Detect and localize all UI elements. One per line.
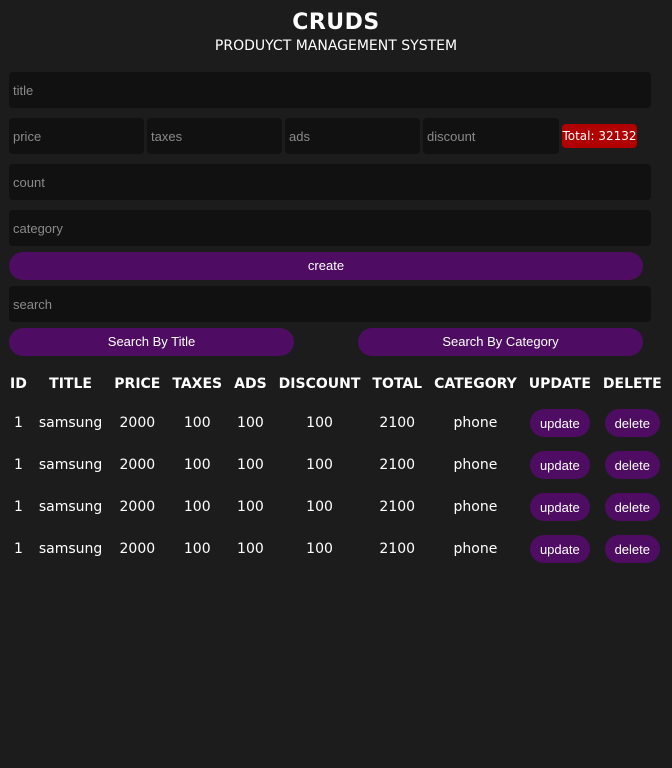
column-header-id: ID — [10, 376, 27, 392]
delete-button[interactable]: delete — [604, 451, 660, 479]
cell-price: 2000 — [119, 541, 156, 557]
products-table: ID TITLE PRICE TAXES ADS DISCOUNT TOTAL … — [4, 366, 668, 570]
count-input[interactable] — [9, 164, 651, 200]
column-header-taxes: TAXES — [172, 376, 223, 392]
delete-button[interactable]: delete — [604, 535, 660, 563]
cell-id: 1 — [13, 415, 23, 431]
cell-taxes: 100 — [183, 499, 211, 515]
cell-total: 2100 — [379, 415, 416, 431]
cell-discount: 100 — [306, 499, 333, 515]
cell-id: 1 — [13, 541, 23, 557]
create-button[interactable]: create — [9, 252, 643, 280]
cell-category: phone — [453, 457, 498, 473]
price-input[interactable] — [9, 118, 144, 154]
category-input[interactable] — [9, 210, 651, 246]
crud-app: CRUDS PRODUYCT MANAGEMENT SYSTEM Total: … — [0, 0, 672, 768]
search-by-category-button[interactable]: Search By Category — [358, 328, 643, 356]
taxes-input[interactable] — [147, 118, 282, 154]
cell-category: phone — [453, 415, 498, 431]
total-badge: Total: 32132 — [562, 124, 637, 148]
page-header: CRUDS PRODUYCT MANAGEMENT SYSTEM — [0, 0, 672, 55]
cell-delete: delete — [597, 486, 668, 528]
table-row: 1 samsung 2000 100 100 100 2100 phone up… — [4, 486, 668, 528]
delete-button[interactable]: delete — [604, 493, 660, 521]
column-header-delete: DELETE — [602, 376, 662, 392]
cell-taxes: 100 — [183, 541, 211, 557]
cell-discount: 100 — [306, 457, 333, 473]
column-header-category: CATEGORY — [434, 376, 517, 392]
table-row: 1 samsung 2000 100 100 100 2100 phone up… — [4, 402, 668, 444]
cell-taxes: 100 — [183, 415, 211, 431]
cell-category: phone — [453, 499, 498, 515]
cell-category: phone — [453, 541, 498, 557]
title-input[interactable] — [9, 72, 651, 108]
cell-delete: delete — [597, 444, 668, 486]
cell-ads: 100 — [237, 541, 264, 557]
page-title: CRUDS — [292, 10, 380, 35]
cell-update: update — [523, 528, 597, 570]
cell-title: samsung — [38, 499, 103, 515]
delete-button[interactable]: delete — [604, 409, 660, 437]
update-button[interactable]: update — [529, 535, 590, 563]
cell-taxes: 100 — [183, 457, 211, 473]
cell-update: update — [523, 486, 597, 528]
table-row: 1 samsung 2000 100 100 100 2100 phone up… — [4, 444, 668, 486]
cell-ads: 100 — [237, 499, 264, 515]
cell-title: samsung — [38, 541, 103, 557]
cell-title: samsung — [38, 457, 103, 473]
discount-input[interactable] — [423, 118, 559, 154]
cell-delete: delete — [597, 402, 668, 444]
ads-input[interactable] — [285, 118, 420, 154]
table-header-row: ID TITLE PRICE TAXES ADS DISCOUNT TOTAL … — [4, 366, 668, 402]
cell-ads: 100 — [237, 457, 264, 473]
cell-discount: 100 — [306, 415, 333, 431]
column-header-price: PRICE — [114, 376, 161, 392]
column-header-update: UPDATE — [528, 376, 591, 392]
cell-total: 2100 — [379, 541, 416, 557]
cell-total: 2100 — [379, 457, 416, 473]
cell-id: 1 — [13, 499, 23, 515]
cell-price: 2000 — [119, 415, 156, 431]
table-row: 1 samsung 2000 100 100 100 2100 phone up… — [4, 528, 668, 570]
column-header-ads: ADS — [234, 376, 267, 392]
cell-price: 2000 — [119, 457, 156, 473]
cell-update: update — [523, 402, 597, 444]
cell-ads: 100 — [237, 415, 264, 431]
page-subtitle: PRODUYCT MANAGEMENT SYSTEM — [214, 38, 458, 54]
update-button[interactable]: update — [529, 493, 590, 521]
cell-title: samsung — [38, 415, 103, 431]
cell-price: 2000 — [119, 499, 156, 515]
search-by-title-button[interactable]: Search By Title — [9, 328, 294, 356]
update-button[interactable]: update — [529, 451, 590, 479]
column-header-total: TOTAL — [372, 376, 423, 392]
column-header-discount: DISCOUNT — [278, 376, 361, 392]
search-input[interactable] — [9, 286, 651, 322]
update-button[interactable]: update — [529, 409, 590, 437]
cell-total: 2100 — [379, 499, 416, 515]
cell-id: 1 — [13, 457, 23, 473]
column-header-title: TITLE — [49, 376, 92, 392]
cell-discount: 100 — [306, 541, 333, 557]
cell-delete: delete — [597, 528, 668, 570]
cell-update: update — [523, 444, 597, 486]
